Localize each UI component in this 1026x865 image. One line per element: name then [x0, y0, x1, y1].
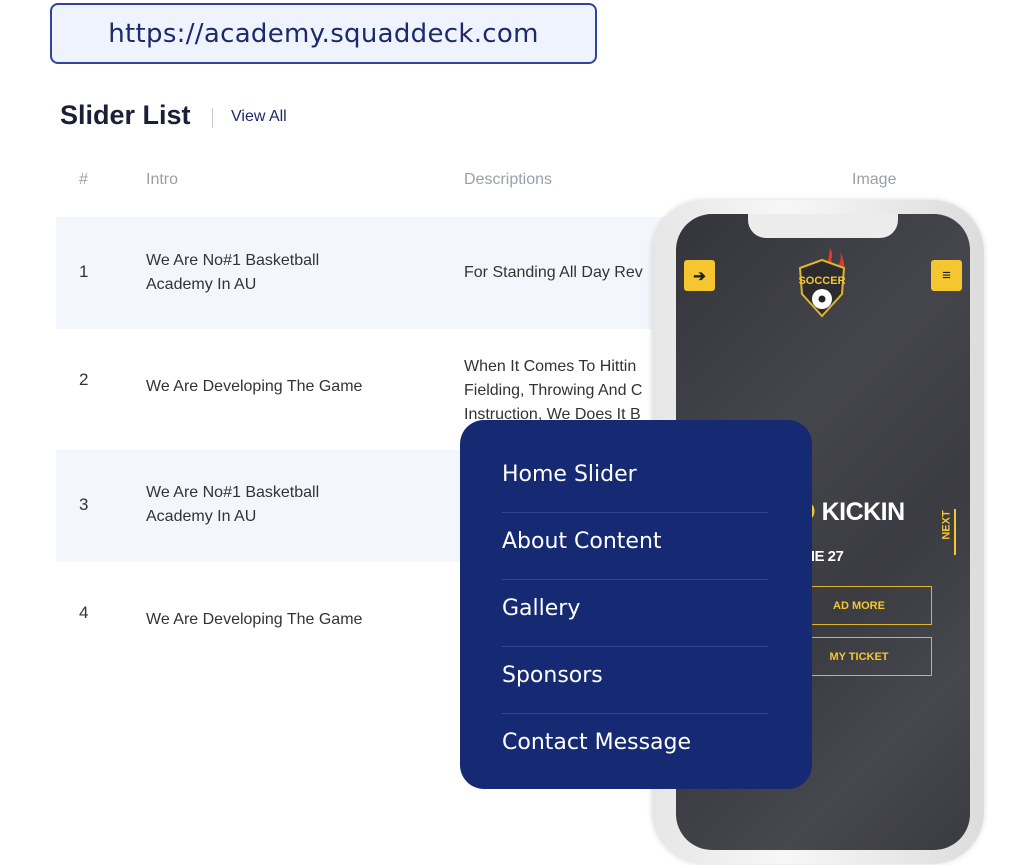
- col-header-num: #: [79, 171, 88, 188]
- row-description: When It Comes To Hittin Fielding, Throwi…: [464, 355, 642, 427]
- menu-item-home-slider[interactable]: Home Slider: [502, 446, 768, 513]
- menu-item-sponsors[interactable]: Sponsors: [502, 647, 768, 714]
- svg-text:SOCCER: SOCCER: [798, 275, 845, 287]
- row-intro: We Are No#1 Basketball Academy In AU: [146, 252, 320, 293]
- menu-item-about-content[interactable]: About Content: [502, 513, 768, 580]
- row-number: 4: [79, 603, 89, 622]
- arrow-right-icon[interactable]: ➔: [684, 260, 715, 291]
- col-header-intro: Intro: [146, 171, 179, 188]
- next-line: [954, 509, 956, 555]
- row-description: For Standing All Day Rev: [464, 264, 643, 281]
- view-all-link[interactable]: View All: [231, 108, 287, 126]
- next-button[interactable]: NEXT: [941, 510, 953, 539]
- phone-notch: [748, 214, 898, 238]
- desc-line: Fielding, Throwing And C: [464, 382, 643, 399]
- page-title: Slider List: [60, 100, 191, 130]
- desc-line: When It Comes To Hittin: [464, 358, 637, 375]
- row-number: 3: [79, 495, 89, 514]
- menu-item-contact-message[interactable]: Contact Message: [502, 714, 768, 781]
- row-intro: We Are Developing The Game: [146, 378, 363, 395]
- headline-white: KICKIN: [821, 498, 906, 526]
- menu-item-gallery[interactable]: Gallery: [502, 580, 768, 647]
- col-header-descriptions: Descriptions: [464, 171, 553, 188]
- row-intro: We Are Developing The Game: [146, 611, 363, 628]
- pro-soccer-logo: SOCCER: [798, 248, 846, 318]
- content-menu: Home Slider About Content Gallery Sponso…: [460, 420, 812, 789]
- divider: [212, 108, 213, 128]
- row-intro: We Are No#1 Basketball Academy In AU: [146, 484, 320, 525]
- row-number: 1: [79, 262, 89, 281]
- table-row[interactable]: 1 We Are No#1 Basketball Academy In AU F…: [56, 217, 696, 329]
- col-header-image: Image: [852, 171, 897, 188]
- row-number: 2: [79, 370, 89, 389]
- hamburger-menu-icon[interactable]: ≡: [931, 260, 962, 291]
- url-bar[interactable]: https://academy.squaddeck.com: [50, 3, 597, 64]
